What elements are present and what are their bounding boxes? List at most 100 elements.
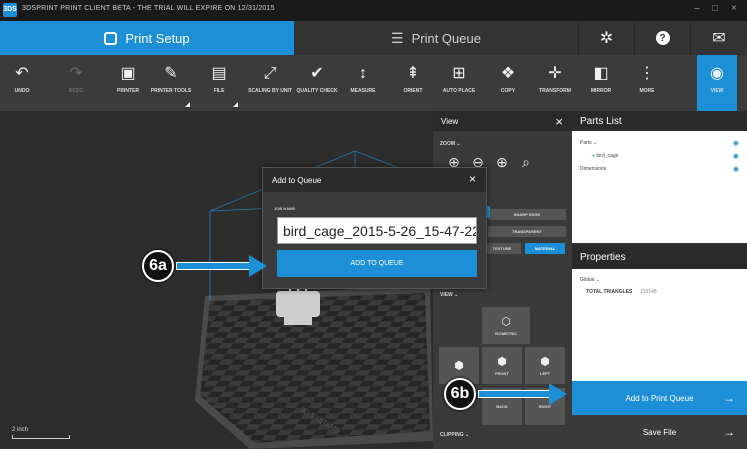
eye-icon[interactable]: ◉ <box>733 165 739 173</box>
more-button[interactable]: ⋮ MORE <box>624 55 670 111</box>
transparent-button[interactable]: TRANSPARENT <box>488 226 566 237</box>
settings-button[interactable]: ✲ <box>578 21 634 55</box>
toolbar: ↶ UNDO ↷ REDO ▣ PRINTER ✎ PRINTER TOOLS ▤ FIL… <box>0 55 747 111</box>
isometric-view-button[interactable]: ⬡ ISOMETRIC <box>482 307 530 344</box>
zoom-selection-icon: ⌕ <box>522 153 530 170</box>
main-tabs: Print Setup ☰ Print Queue ✲ ? ✉ <box>0 21 747 55</box>
dropdown-corner-icon <box>233 102 238 107</box>
parts-row[interactable]: Parts ⌄ <box>580 140 597 146</box>
right-panel: Parts List Parts ⌄ ◉ ● bird_cage ◉ Dimen… <box>572 111 747 449</box>
front-view-button[interactable]: ⬢ FRONT <box>482 347 522 384</box>
printer-tools-button[interactable]: ✎ PRINTER TOOLS <box>148 55 194 111</box>
orient-icon: ⇞ <box>406 65 420 82</box>
dialog-title: Add to Queue <box>272 175 322 185</box>
callout-arrow-6b <box>478 390 550 398</box>
maximize-button[interactable]: □ <box>712 3 718 14</box>
close-icon[interactable]: × <box>469 172 476 186</box>
texture-button[interactable]: TEXTURE <box>483 243 521 254</box>
eye-icon: ◉ <box>710 65 724 82</box>
scale-ruler <box>12 435 70 439</box>
view-section-label: VIEW ⌄ <box>440 292 459 298</box>
callout-6a: 6a <box>142 250 174 282</box>
file-icon: ▤ <box>211 65 227 82</box>
zoom-section-label: ZOOM ⌄ <box>440 141 461 147</box>
view-panel-title: View <box>441 116 459 126</box>
view-panel-header: View × <box>433 111 572 131</box>
redo-button[interactable]: ↷ REDO <box>54 55 98 111</box>
more-vertical-icon: ⋮ <box>639 65 655 82</box>
undo-icon: ↶ <box>15 65 29 82</box>
clipping-section-label: CLIPPING ⌄ <box>440 432 470 438</box>
quality-check-button[interactable]: ✔ QUALITY CHECK <box>294 55 340 111</box>
part-row-bird-cage[interactable]: ● bird_cage <box>592 153 618 159</box>
mirror-button[interactable]: ◧ MIRROR <box>578 55 624 111</box>
messages-button[interactable]: ✉ <box>690 21 747 55</box>
parts-list-body: Parts ⌄ ◉ ● bird_cage ◉ Dimensions ◉ <box>572 131 747 243</box>
window-title: 3DSPRINT PRINT CLIENT BETA - THE TRIAL W… <box>22 5 275 12</box>
material-button[interactable]: MATERIAL <box>525 243 565 254</box>
check-icon: ✔ <box>310 65 324 82</box>
tab-print-setup[interactable]: Print Setup <box>0 21 294 55</box>
callout-arrow-6a <box>176 262 250 270</box>
measure-icon: ↕ <box>359 65 367 82</box>
mail-icon: ✉ <box>712 30 726 47</box>
add-to-queue-button[interactable]: ADD TO QUEUE <box>277 250 477 277</box>
dropdown-corner-icon <box>185 102 190 107</box>
minimize-button[interactable]: – <box>694 3 700 14</box>
zoom-in-button[interactable]: ⊕ <box>491 151 513 173</box>
cube-front-icon: ⬢ <box>497 356 507 368</box>
total-triangles-value: 153148 <box>640 289 657 295</box>
arrow-right-icon: → <box>723 425 735 439</box>
redo-icon: ↷ <box>69 65 83 82</box>
copy-button[interactable]: ❖ COPY <box>485 55 531 111</box>
printer-icon: ▣ <box>120 65 136 82</box>
orient-button[interactable]: ⇞ ORIENT <box>390 55 436 111</box>
gear-icon: ✲ <box>599 30 614 47</box>
scale-ruler-label: 2 inch <box>12 427 29 433</box>
menu-lines-icon: ☰ <box>391 29 404 46</box>
properties-header: Properties <box>572 245 747 269</box>
cube-top-icon: ⬢ <box>454 360 464 372</box>
total-triangles-label: TOTAL TRIANGLES <box>586 289 633 295</box>
view-button[interactable]: ◉ VIEW <box>697 55 737 111</box>
scaling-by-unit-button[interactable]: ⤢ SCALING BY UNIT <box>247 55 293 111</box>
measure-button[interactable]: ↕ MEASURE <box>340 55 386 111</box>
dimensions-row[interactable]: Dimensions <box>580 166 606 172</box>
close-window-button[interactable]: × <box>731 3 737 14</box>
job-name-input[interactable]: bird_cage_2015-5-26_15-47-22 <box>277 217 477 244</box>
file-button[interactable]: ▤ FILE <box>196 55 242 111</box>
printer-button[interactable]: ▣ PRINTER <box>106 55 150 111</box>
save-file-button[interactable]: Save File → <box>572 415 747 449</box>
zoom-selection-button[interactable]: ⌕ <box>515 151 537 173</box>
job-name-label: JOB NAME <box>274 206 296 211</box>
undo-button[interactable]: ↶ UNDO <box>0 55 44 111</box>
sharp-edge-button[interactable]: SHARP EDGE <box>488 209 566 220</box>
left-view-button[interactable]: ⬢ LEFT <box>525 347 565 384</box>
arrow-head-icon <box>549 383 567 405</box>
parts-list-header: Parts List <box>572 111 747 131</box>
help-icon: ? <box>655 31 670 45</box>
tab-print-queue[interactable]: ☰ Print Queue <box>294 21 578 55</box>
tab-print-queue-label: Print Queue <box>411 30 481 46</box>
scale-icon: ⤢ <box>263 65 277 82</box>
eye-icon[interactable]: ◉ <box>733 152 739 160</box>
global-row[interactable]: Global ⌄ <box>580 277 600 283</box>
wrench-icon: ✎ <box>164 65 178 82</box>
auto-place-button[interactable]: ⊞ AUTO PLACE <box>436 55 482 111</box>
transform-icon: ✛ <box>548 65 562 82</box>
help-button[interactable]: ? <box>634 21 690 55</box>
add-to-print-queue-button[interactable]: Add to Print Queue → <box>572 381 747 415</box>
transform-button[interactable]: ✛ TRANSFORM <box>532 55 578 111</box>
properties-body: Global ⌄ TOTAL TRIANGLES 153148 <box>572 269 747 381</box>
close-icon[interactable]: × <box>555 114 563 129</box>
eye-icon[interactable]: ◉ <box>733 139 739 147</box>
callout-6b: 6b <box>444 378 476 410</box>
texture-mode-group: TEXTURE MATERIAL <box>483 243 568 254</box>
cube-icon: ⬡ <box>501 316 511 328</box>
mirror-icon: ◧ <box>593 65 609 82</box>
arrow-head-icon <box>249 255 267 277</box>
app-logo: 3DS <box>3 3 17 17</box>
copy-icon: ❖ <box>500 65 516 82</box>
arrow-right-icon: → <box>723 391 735 405</box>
auto-place-icon: ⊞ <box>452 65 466 82</box>
